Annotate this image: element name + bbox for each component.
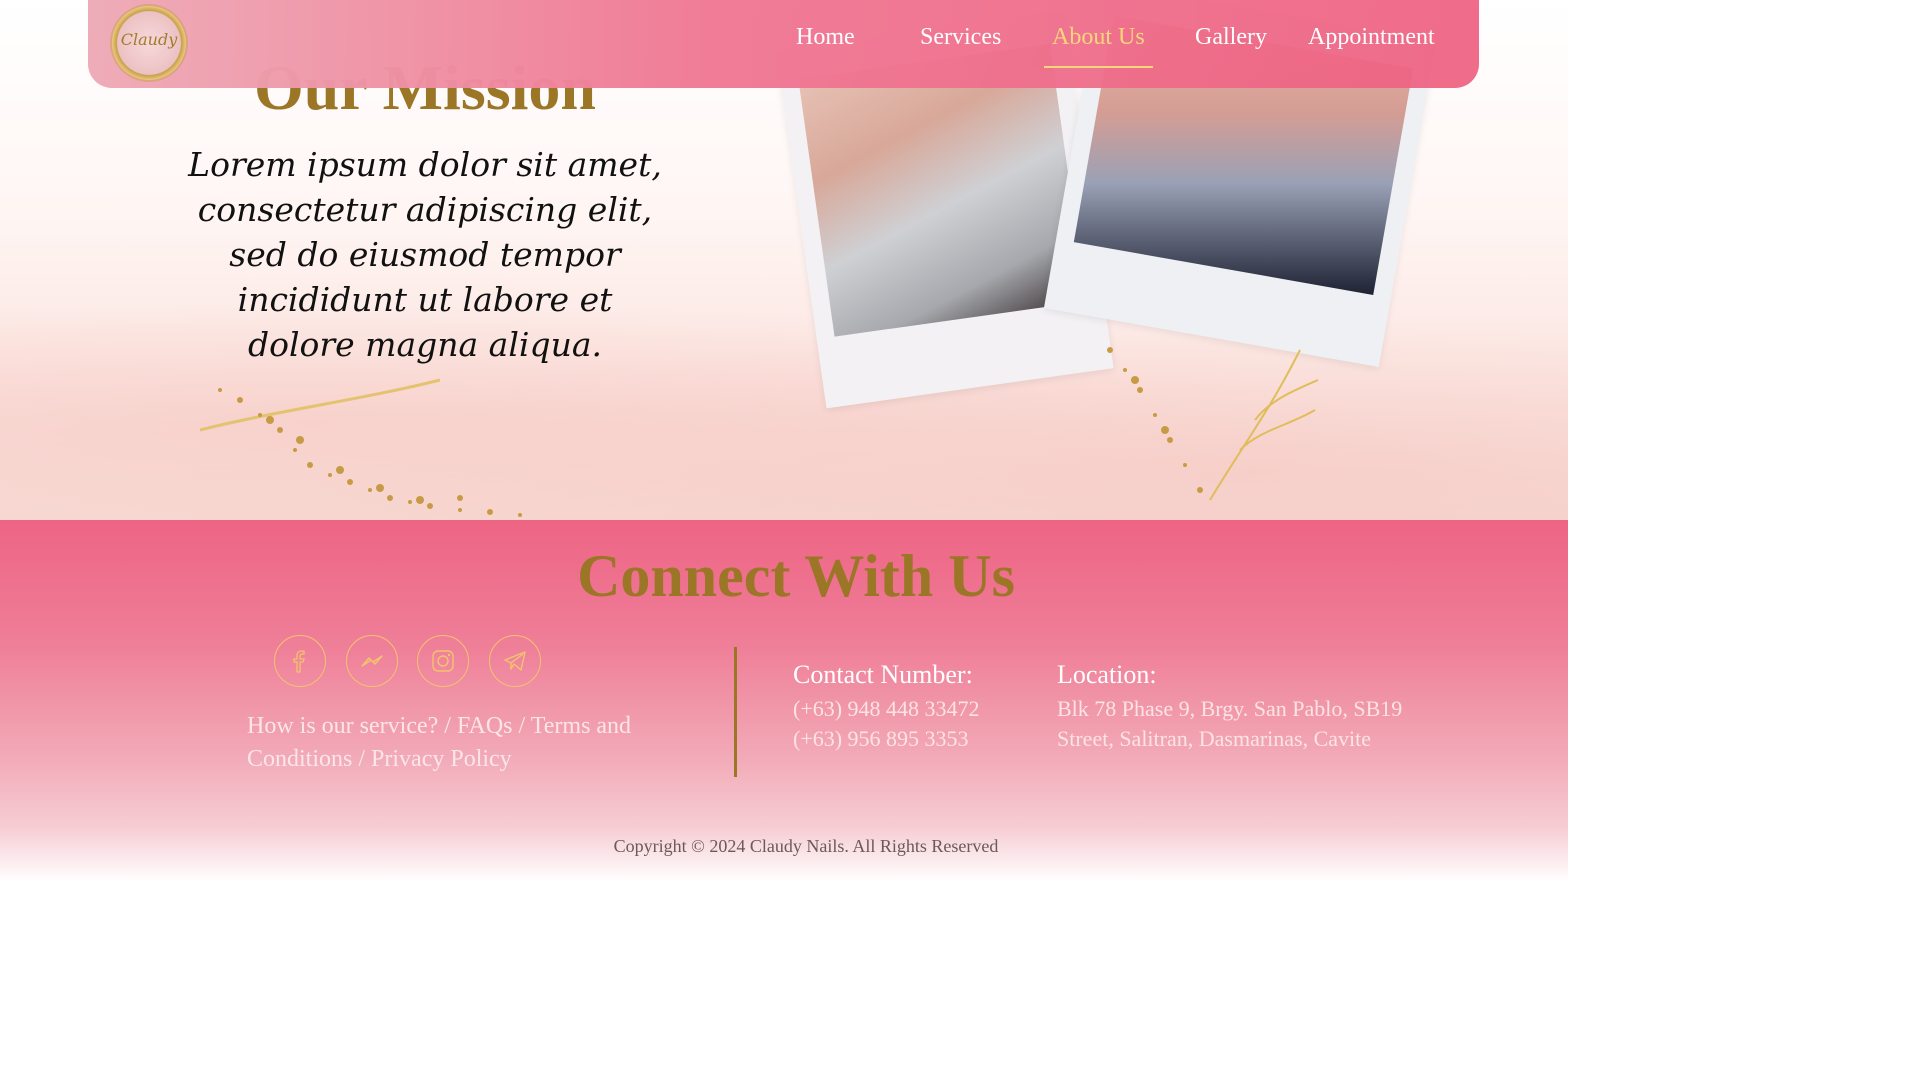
location-address: Street, Salitran, Dasmarinas, Cavite [1057, 726, 1372, 751]
nav-appointment[interactable]: Appointment [1308, 24, 1435, 51]
nav-services[interactable]: Services [920, 24, 1001, 51]
link-faqs[interactable]: FAQs [457, 713, 513, 739]
instagram-button[interactable] [417, 635, 469, 687]
top-navbar: Claudy Home Services About Us Gallery Ap… [88, 0, 1479, 88]
link-separator: / [352, 746, 372, 772]
nav-home[interactable]: Home [796, 24, 855, 51]
contact-number[interactable]: (+63) 948 448 33472 [793, 696, 980, 722]
facebook-icon [293, 650, 305, 673]
nav-gallery[interactable]: Gallery [1195, 24, 1267, 51]
telegram-icon [504, 651, 526, 671]
copyright-text: Copyright © 2024 Claudy Nails. All Right… [613, 836, 999, 856]
instagram-icon [432, 650, 454, 672]
facebook-button[interactable] [274, 635, 326, 687]
contact-number[interactable]: (+63) 956 895 3353 [793, 726, 969, 752]
telegram-button[interactable] [489, 635, 541, 687]
messenger-icon [361, 655, 383, 667]
mission-text: Lorem ipsum dolor sit amet, consectetur … [188, 145, 662, 364]
link-separator: / [438, 713, 457, 739]
messenger-button[interactable] [346, 635, 398, 687]
footer-section: Connect With Us How is our service? / FA… [0, 520, 1568, 882]
location-label: Location: [1057, 660, 1157, 689]
gold-glitter-decoration [200, 378, 522, 517]
footer-divider [734, 647, 737, 777]
nav-about-us[interactable]: About Us [1044, 24, 1153, 68]
gold-leaf-decoration [1107, 347, 1319, 501]
footer-links: How is our service? / FAQs / Terms and C… [247, 710, 667, 776]
logo-text: Claudy [120, 30, 178, 49]
link-privacy[interactable]: Privacy Policy [371, 746, 512, 772]
location-address: Blk 78 Phase 9, Brgy. San Pablo, SB19 [1057, 696, 1403, 721]
contact-label: Contact Number: [793, 660, 973, 689]
claudy-nails-logo[interactable]: Claudy [112, 6, 186, 80]
link-separator: / [512, 713, 531, 739]
link-service-feedback[interactable]: How is our service? [247, 713, 438, 739]
connect-title: Connect With Us [577, 543, 1015, 609]
